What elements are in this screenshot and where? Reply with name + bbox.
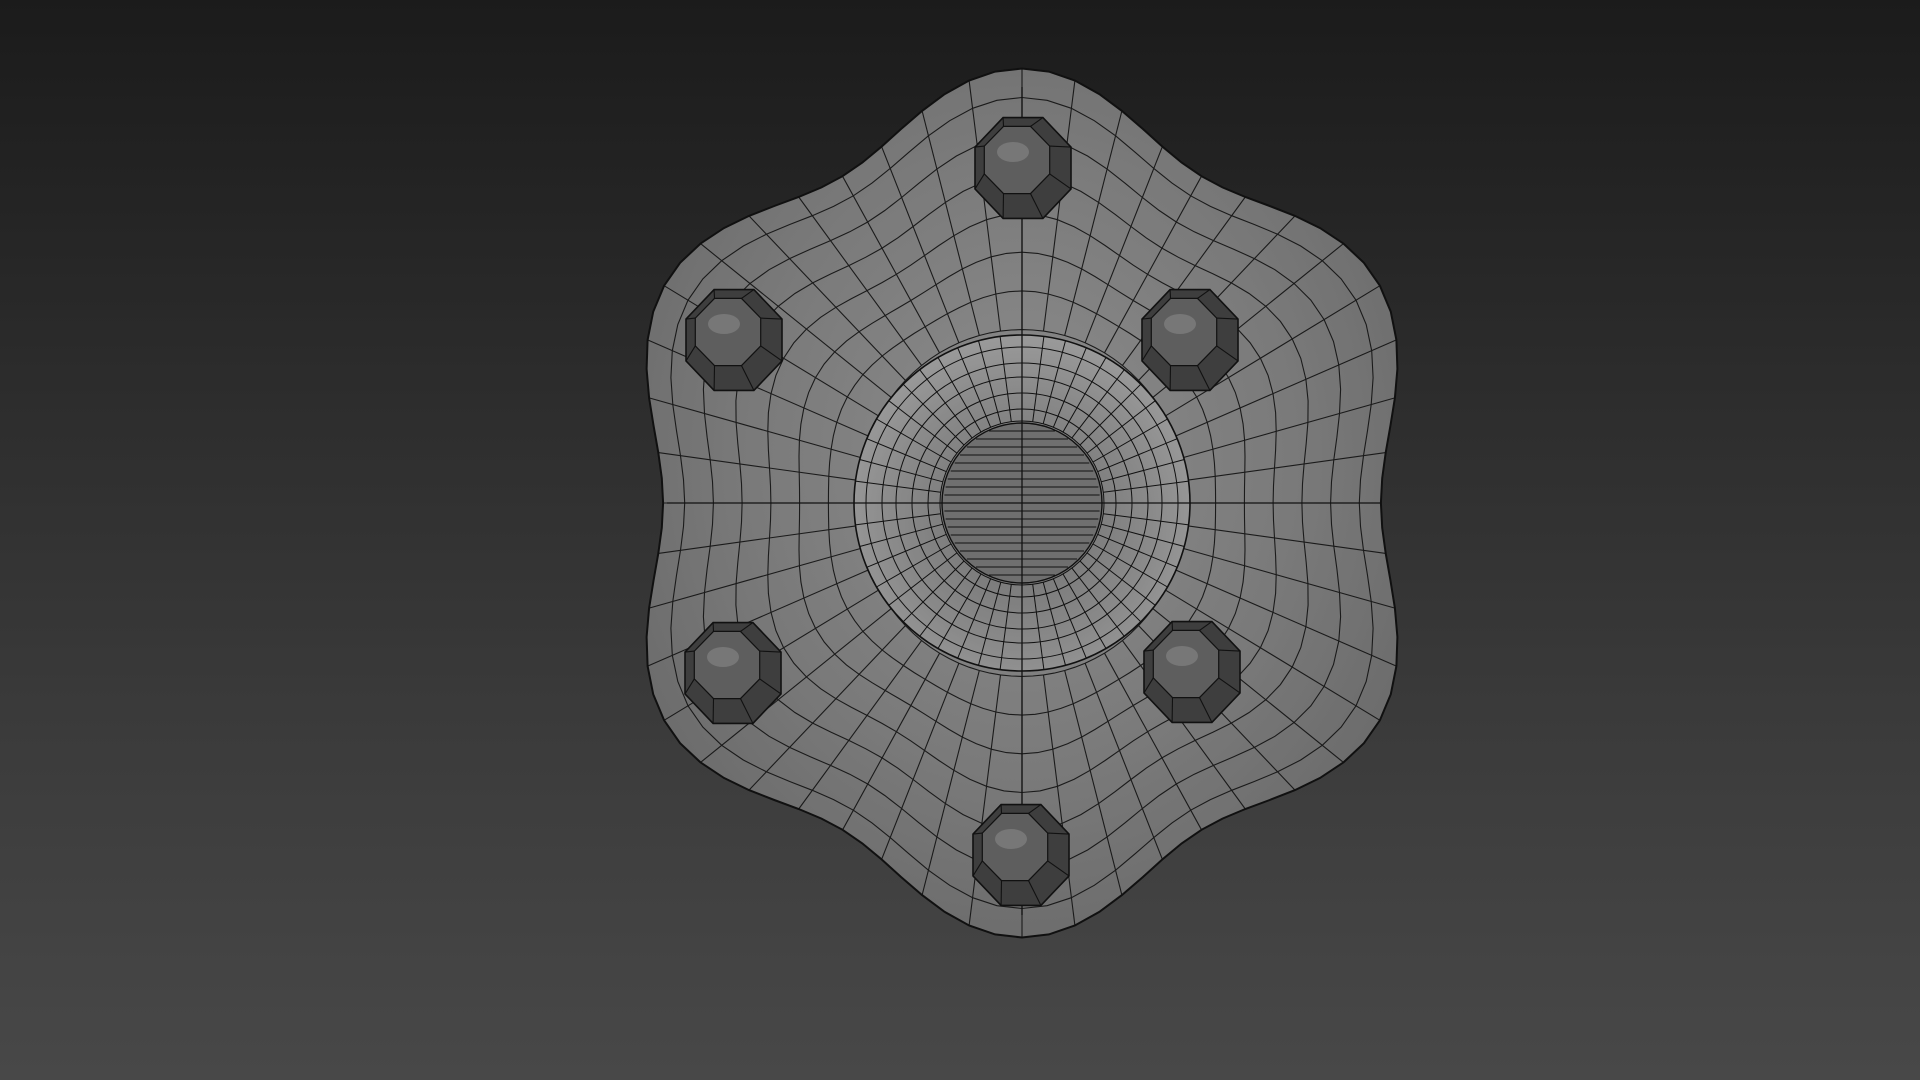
lug-nut[interactable] <box>972 803 1070 907</box>
wheel-hub-model[interactable] <box>0 0 1920 1080</box>
lug-nut[interactable] <box>685 288 783 392</box>
lug-nut[interactable] <box>974 116 1072 220</box>
lug-nut[interactable] <box>1143 620 1241 724</box>
lug-nut[interactable] <box>684 621 782 725</box>
3d-viewport[interactable] <box>0 0 1920 1080</box>
lug-nut[interactable] <box>1141 288 1239 392</box>
hub-body <box>645 67 1399 939</box>
